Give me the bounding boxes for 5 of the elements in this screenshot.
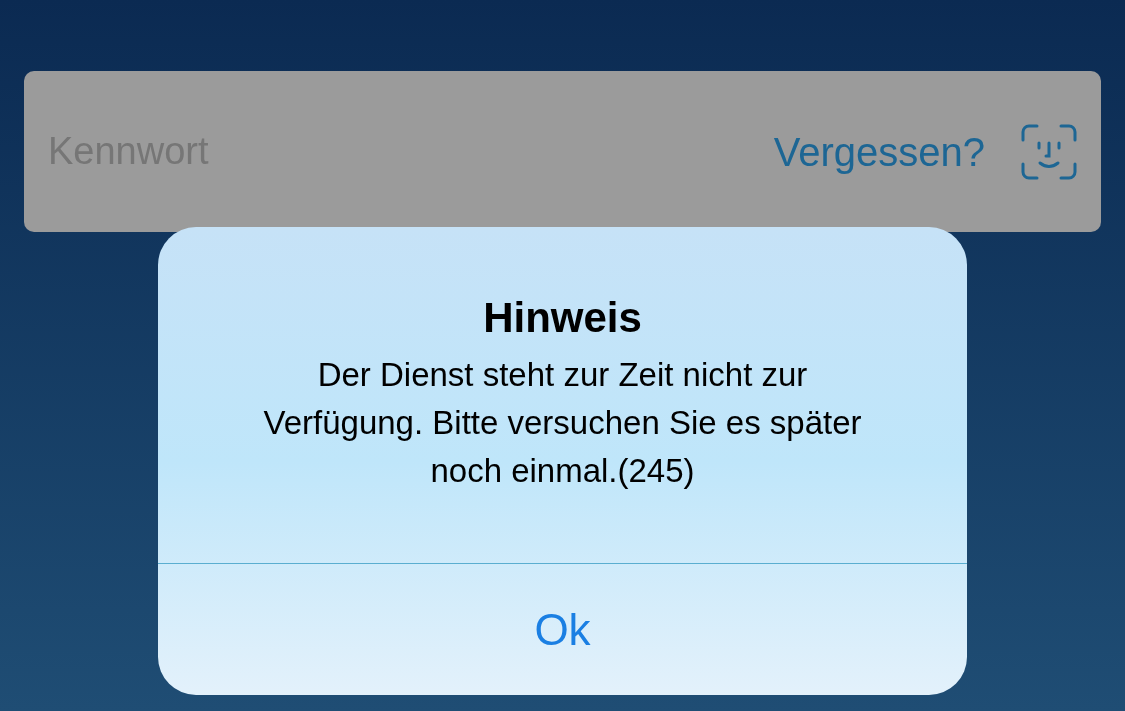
forgot-link[interactable]: Vergessen? — [773, 121, 985, 182]
face-recognition-icon[interactable] — [1021, 123, 1077, 180]
ok-button[interactable]: Ok — [158, 564, 967, 695]
alert-message: Der Dienst steht zur Zeit nicht zur Verfügung. Bitte versuchen Sie es später noch einmal.(245) — [262, 355, 863, 491]
alert-title: Hinweis — [483, 293, 642, 343]
